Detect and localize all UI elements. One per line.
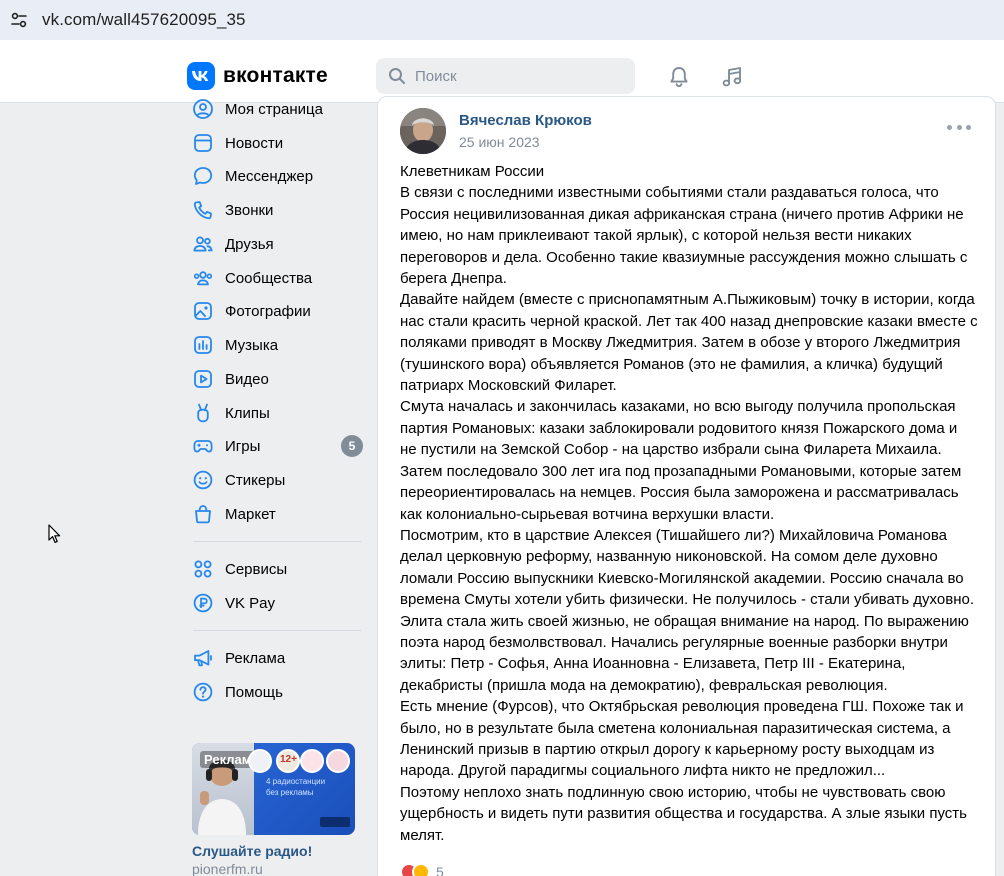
url-field[interactable]: vk.com/wall457620095_35 xyxy=(42,10,246,30)
sidebar-item-label: Сервисы xyxy=(225,560,288,578)
games-icon xyxy=(191,434,215,458)
sidebar-item-vk-pay[interactable]: VK Pay xyxy=(190,588,365,618)
vk-logo-icon xyxy=(187,62,215,90)
sidebar-item-label: Реклама xyxy=(225,649,286,667)
sidebar-item-label: Видео xyxy=(225,370,269,388)
sidebar-item-news[interactable]: Новости xyxy=(190,128,365,158)
notifications-icon[interactable] xyxy=(666,64,692,90)
sidebar-item-messenger[interactable]: Мессенджер xyxy=(190,161,365,191)
music-icon xyxy=(191,333,215,357)
sidebar-item-music[interactable]: Музыка xyxy=(190,330,365,360)
sidebar-item-label: Звонки xyxy=(225,201,274,219)
sidebar-item-services[interactable]: Сервисы xyxy=(190,554,365,584)
mouse-cursor-icon xyxy=(48,524,61,543)
browser-address-bar: vk.com/wall457620095_35 xyxy=(0,0,1004,40)
sidebar-item-label: VK Pay xyxy=(225,594,276,612)
market-icon xyxy=(191,502,215,526)
sidebar-divider xyxy=(193,541,361,542)
sidebar-item-communities[interactable]: Сообщества xyxy=(190,263,365,293)
post-text: Клеветникам России В связи с последними … xyxy=(400,163,978,844)
post-reactions[interactable]: 5 xyxy=(400,863,444,876)
sidebar-item-label: Игры xyxy=(225,437,261,455)
sidebar-item-games[interactable]: Игры 5 xyxy=(190,431,365,461)
phone-icon xyxy=(191,198,215,222)
sidebar-item-ads[interactable]: Реклама xyxy=(190,643,365,673)
station-logo xyxy=(300,749,324,773)
vk-header: вконтакте xyxy=(0,40,1004,103)
author-avatar[interactable] xyxy=(400,108,446,154)
vk-logo-text: вконтакте xyxy=(223,64,328,87)
vk-logo[interactable]: вконтакте xyxy=(187,62,328,90)
sidebar-item-label: Помощь xyxy=(225,683,283,701)
communities-icon xyxy=(191,266,215,290)
sidebar-item-label: Друзья xyxy=(225,235,274,253)
sidebar-item-video[interactable]: Видео xyxy=(190,364,365,394)
sidebar-item-label: Музыка xyxy=(225,336,279,354)
sidebar-item-label: Фотографии xyxy=(225,302,311,320)
help-icon xyxy=(191,680,215,704)
sidebar-item-label: Клипы xyxy=(225,404,270,422)
app-store-badge xyxy=(320,817,350,827)
post-date[interactable]: 25 июн 2023 xyxy=(459,134,540,150)
ad-domain[interactable]: pionerfm.ru xyxy=(192,861,263,876)
search-icon xyxy=(389,68,405,84)
music-player-icon[interactable] xyxy=(719,64,745,90)
photos-icon xyxy=(191,299,215,323)
megaphone-icon xyxy=(191,646,215,670)
vkpay-icon xyxy=(191,591,215,615)
clips-icon xyxy=(191,401,215,425)
ad-age-rating: 12+ xyxy=(280,754,297,765)
sidebar-item-stickers[interactable]: Стикеры xyxy=(190,465,365,495)
games-count-badge: 5 xyxy=(341,435,363,457)
sidebar-item-label: Моя страница xyxy=(225,100,323,118)
video-icon xyxy=(191,367,215,391)
sidebar-item-market[interactable]: Маркет xyxy=(190,499,365,529)
sidebar-item-my-page[interactable]: Моя страница xyxy=(190,94,365,124)
stickers-icon xyxy=(191,468,215,492)
post-more-icon[interactable] xyxy=(947,121,971,133)
sidebar-item-friends[interactable]: Друзья xyxy=(190,229,365,259)
sidebar-item-photos[interactable]: Фотографии xyxy=(190,296,365,326)
sidebar-item-label: Стикеры xyxy=(225,471,286,489)
station-logo xyxy=(248,749,272,773)
services-icon xyxy=(191,557,215,581)
sidebar-item-label: Сообщества xyxy=(225,269,313,287)
ad-line-2: без рекламы xyxy=(266,788,314,797)
station-logo xyxy=(326,749,350,773)
sidebar-item-label: Новости xyxy=(225,134,284,152)
ad-line-1: 4 радиостанции xyxy=(266,777,326,786)
reactions-count: 5 xyxy=(436,864,444,876)
sidebar-item-help[interactable]: Помощь xyxy=(190,677,365,707)
sidebar-item-label: Мессенджер xyxy=(225,167,314,185)
emoji-reaction-icon xyxy=(412,863,430,876)
sidebar-divider xyxy=(193,630,361,631)
site-info-icon[interactable] xyxy=(2,3,36,37)
sidebar-item-label: Маркет xyxy=(225,505,276,523)
user-icon xyxy=(191,97,215,121)
search-box[interactable] xyxy=(376,58,635,94)
ad-banner[interactable]: Реклама 12+ 4 радиостанции без рекламы xyxy=(192,743,355,835)
wall-post: Вячеслав Крюков 25 июн 2023 Клеветникам … xyxy=(377,96,996,876)
sidebar-item-clips[interactable]: Клипы xyxy=(190,398,365,428)
news-icon xyxy=(191,131,215,155)
ad-title[interactable]: Слушайте радио! xyxy=(192,843,312,859)
post-author[interactable]: Вячеслав Крюков xyxy=(459,112,592,129)
sidebar-item-calls[interactable]: Звонки xyxy=(190,195,365,225)
search-input[interactable] xyxy=(415,67,615,85)
friends-icon xyxy=(191,232,215,256)
message-icon xyxy=(191,164,215,188)
